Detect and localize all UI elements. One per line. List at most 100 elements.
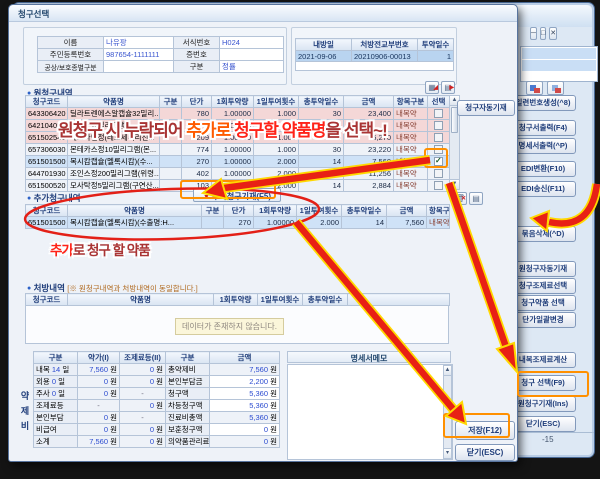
column-header: 1회투약량 [212,96,254,108]
rrn-value: 987654-1111111 [104,49,174,61]
dialog-close-button[interactable]: 닫기(ESC) [455,444,515,461]
cell: 조인스정200밀리그램(위령... [68,168,160,180]
sidebar-button-4[interactable]: EDI송신(F11) [510,181,576,197]
column-header: 1회투약량 [254,205,297,217]
highlight-save-box [443,413,510,438]
grid-icon[interactable] [526,81,543,95]
summary-input-cell[interactable]: 5,360 원 [210,400,280,412]
select-checkbox-cell[interactable] [428,108,450,120]
claim-table[interactable]: 청구코드약품명구분단가1회투약량1일투여횟수총투약일수금액항목구분선택64330… [25,95,450,192]
rx-row[interactable]: 2021-09-06 20210906-00013 1 [296,51,454,62]
checkbox-unchecked[interactable] [434,109,443,118]
cell [160,156,182,168]
presc-section-label: 처방내역 [34,283,65,293]
select-checkbox-cell[interactable] [428,180,450,192]
select-checkbox-cell[interactable] [428,132,450,144]
sidebar-button-8[interactable]: 청구약품 선택 [510,295,576,311]
summary-value-cell: 5,360 원 [210,412,280,424]
bullet-icon: ● [27,285,31,292]
summary-type-cell: 본인부담 [34,412,78,424]
sidebar-button-13[interactable]: 닫기(ESC) [510,416,576,432]
column-header: 단가 [224,205,254,217]
memo-textarea[interactable] [287,364,453,460]
select-checkbox-cell[interactable] [428,168,450,180]
maximize-button[interactable]: □ [540,27,546,40]
claim-row[interactable]: 644701930조인스정200밀리그램(위령...4021.000002.00… [26,168,450,180]
cell: 774 [182,144,212,156]
export-doc-icon[interactable]: ▤▶ [441,81,455,94]
copy-row-icon[interactable]: ▤ [469,192,483,205]
summary-value-cell: - [120,388,166,400]
cell: 14 [299,168,344,180]
summary-value-cell: 7,560 원 [210,364,280,376]
column-header: 단가 [182,96,212,108]
select-checkbox-cell[interactable] [428,120,450,132]
column-header: 약가(I) [78,352,120,364]
status-text: -15 [542,435,554,444]
summary-value-cell: - [78,400,120,412]
column-header [348,294,450,306]
close-window-button[interactable]: ✕ [549,27,557,40]
column-header: 청구코드 [26,294,68,306]
summary-value-cell: 0 원 [210,436,280,448]
summary-input-cell[interactable]: 5,360 원 [210,388,280,400]
summary-input-cell[interactable]: 0 원 [210,424,280,436]
cell [160,180,182,192]
cell: 목시캄캡슐(멜록시캄)(수출명:H... [68,217,202,229]
memo-scrollbar[interactable]: ▲ ▾ [443,365,452,459]
summary-type-cell: 소계 [34,436,78,448]
sidebar-button-1[interactable]: 청구서출력(F4) [510,120,576,136]
cell: 목시캄캡슐(멜록시캄)(수... [68,156,160,168]
scroll-down-icon[interactable]: ▼ [450,179,459,189]
claim-row[interactable]: 651501500목시캄캡슐(멜록시캄)(수...2701.000002.000… [26,156,450,168]
cell: 657306030 [26,144,68,156]
auto-fill-button[interactable]: 청구자동기재 [457,100,515,116]
column-header: 약품명 [68,96,160,108]
sidebar-button-5[interactable]: 묶음삭제(^D) [510,226,576,242]
list-row [522,60,596,71]
sidebar-button-9[interactable]: 단가일괄변경 [510,312,576,328]
rx-col-number: 처방전교부번호 [352,39,418,51]
document-export-icon[interactable] [547,81,564,95]
sidebar-button-10[interactable]: 내복조제료계산 [510,352,576,368]
rx-number: 20210906-00013 [352,51,418,62]
cell: 1.00000 [212,156,254,168]
sidebar-button-12[interactable]: 원청구기재(Ins) [510,396,576,412]
gongsang-label: 공상/보호종별구분 [38,61,104,73]
minimize-button[interactable]: ─ [530,27,537,40]
delete-row-icon[interactable]: 🗑✕ [453,192,467,205]
column-header: 구분 [34,352,78,364]
cell: 내복약 [394,120,428,132]
summary-value-cell: 0 원 [120,436,166,448]
summary-type-cell: 비급여 [34,424,78,436]
patient-name-label: 이름 [38,37,104,49]
dialog-title: 청구선택 [9,5,517,22]
column-header: 항목구분 [394,96,428,108]
cell: 내복약 [394,168,428,180]
checkbox-unchecked[interactable] [434,133,443,142]
addclaim-row[interactable]: 651501500목시캄캡슐(멜록시캄)(수출명:H...2701.000002… [26,217,450,229]
sidebar-button-7[interactable]: 청구조제료선택 [510,278,576,294]
summary-input-cell[interactable]: 2,200 원 [210,376,280,388]
scroll-up-icon[interactable]: ▲ [444,366,451,376]
summary-label-cell: 본인부담금 [166,376,210,388]
sidebar-button-6[interactable]: 원청구자동기재 [510,261,576,277]
rx-table: 내방일 처방전교부번호 투약일수 2021-09-06 20210906-000… [295,38,454,71]
refresh-grid-icon[interactable]: ▦◢ [425,81,439,94]
addclaim-table[interactable]: 청구코드약품명구분단가1회투약량1일투여횟수총투약일수금액항목구분6515015… [25,204,450,229]
summary-row: 비급여0 원0 원보훈청구액0 원 [34,424,280,436]
sidebar-button-3[interactable]: EDI변환(F10) [510,161,576,177]
cell: 1.00000 [254,217,297,229]
claim-row[interactable]: 657306030몬테카스정10밀리그램(몬...7741.000001.000… [26,144,450,156]
column-header: 구분 [160,96,182,108]
checkbox-unchecked[interactable] [434,181,443,190]
cell: 270 [182,156,212,168]
sidebar-button-0[interactable]: 일련번호생성(^8) [510,95,576,111]
background-list-panel [520,46,598,82]
cell: 2.000 [254,168,299,180]
sidebar-button-2[interactable]: 명세서출력(^P) [510,138,576,154]
scroll-down-icon[interactable]: ▾ [444,448,451,458]
checkbox-unchecked[interactable] [434,121,443,130]
cell: 내복약 [394,156,428,168]
checkbox-unchecked[interactable] [434,169,443,178]
